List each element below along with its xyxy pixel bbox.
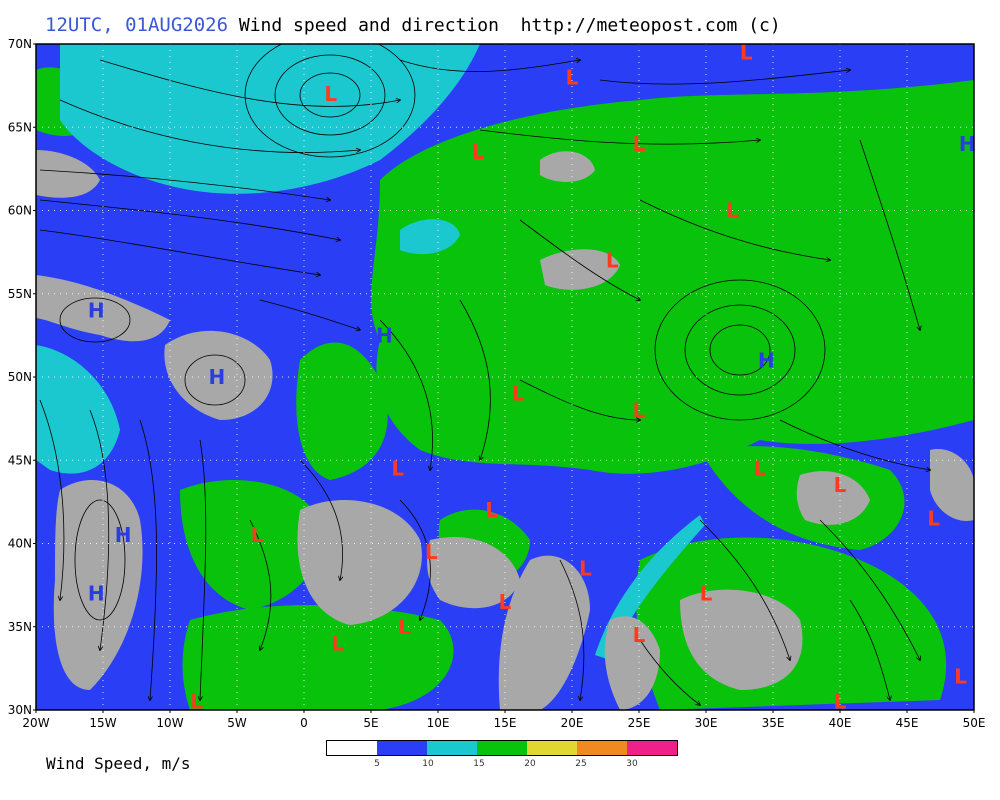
legend-title: Wind Speed, m/s [46, 754, 191, 773]
low-pressure-marker: L [700, 581, 713, 605]
low-pressure-marker: L [485, 498, 498, 522]
low-pressure-marker: L [753, 457, 766, 481]
low-pressure-marker: L [927, 507, 940, 531]
lon-label: 30E [695, 716, 718, 730]
low-pressure-marker: L [398, 615, 411, 639]
legend-tick-label: 25 [575, 759, 587, 769]
legend-swatch [327, 741, 377, 755]
lat-label: 55N [8, 287, 32, 301]
lon-label: 20W [22, 716, 49, 730]
lon-label: 15W [89, 716, 116, 730]
lat-label: 60N [8, 204, 32, 218]
low-pressure-marker: L [633, 132, 646, 156]
wind-map: LLLLLLLLLL LLLLLLLLLLL LL LLHHHHHHH 70N65N6… [8, 37, 986, 730]
low-pressure-marker: L [834, 473, 847, 497]
lon-axis: 20W 15W 10W 5W 0 5E 10E 15E 20E 25E 30E 35E 40E 45E 50… [22, 710, 985, 730]
high-pressure-marker: H [959, 132, 976, 156]
low-pressure-marker: L [331, 631, 344, 655]
lat-label: 40N [8, 537, 32, 551]
low-pressure-marker: L [633, 398, 646, 422]
lat-axis: 70N 65N 60N 55N 50N 45N 40N 35N 30N [8, 37, 36, 717]
legend-tick-label: 15 [473, 759, 485, 769]
lat-label: 35N [8, 620, 32, 634]
lat-label: 30N [8, 703, 32, 717]
lon-label: 5E [363, 716, 378, 730]
high-pressure-marker: H [209, 365, 226, 389]
lon-label: 10W [156, 716, 183, 730]
lat-label: 65N [8, 120, 32, 134]
high-pressure-marker: H [758, 348, 775, 372]
legend-tick-label: 20 [524, 759, 536, 769]
lon-label: 45E [896, 716, 919, 730]
legend-swatch [577, 741, 627, 755]
high-pressure-marker: H [376, 323, 393, 347]
low-pressure-marker: L [251, 523, 264, 547]
lon-label: 10E [427, 716, 450, 730]
low-pressure-marker: L [499, 590, 512, 614]
low-pressure-marker: L [472, 140, 485, 164]
low-pressure-marker: L [391, 457, 404, 481]
low-pressure-marker: L [324, 82, 337, 106]
legend-swatch [377, 741, 427, 755]
lon-label: 15E [494, 716, 517, 730]
low-pressure-marker: L [512, 382, 525, 406]
legend-swatch [427, 741, 477, 755]
lon-label: 35E [762, 716, 785, 730]
legend-tick-label: 5 [374, 759, 380, 769]
lon-label: 20E [561, 716, 584, 730]
lon-label: 50E [963, 716, 986, 730]
wind-speed-legend [326, 740, 678, 756]
low-pressure-marker: L [425, 540, 438, 564]
legend-tick-label: 10 [422, 759, 434, 769]
high-pressure-marker: H [88, 581, 105, 605]
low-pressure-marker: L [566, 65, 579, 89]
legend-ticks: 5 10 15 20 25 30 [326, 759, 686, 771]
lat-label: 70N [8, 37, 32, 51]
lon-label: 0 [300, 716, 308, 730]
high-pressure-marker: H [115, 523, 132, 547]
legend-swatch [477, 741, 527, 755]
legend-swatch [527, 741, 577, 755]
low-pressure-marker: L [606, 248, 619, 272]
legend-swatch [627, 741, 677, 755]
lat-label: 50N [8, 370, 32, 384]
map-field: LLLLLLLLLL LLLLLLLLLLL LL LLHHHHHHH [36, 44, 976, 710]
low-pressure-marker: L [726, 199, 739, 223]
low-pressure-marker: L [633, 623, 646, 647]
lon-label: 5W [227, 716, 247, 730]
high-pressure-marker: H [88, 298, 105, 322]
legend-tick-label: 30 [626, 759, 638, 769]
lat-label: 45N [8, 453, 32, 467]
low-pressure-marker: L [579, 556, 592, 580]
lon-label: 40E [829, 716, 852, 730]
low-pressure-marker: L [954, 665, 967, 689]
lon-label: 25E [628, 716, 651, 730]
